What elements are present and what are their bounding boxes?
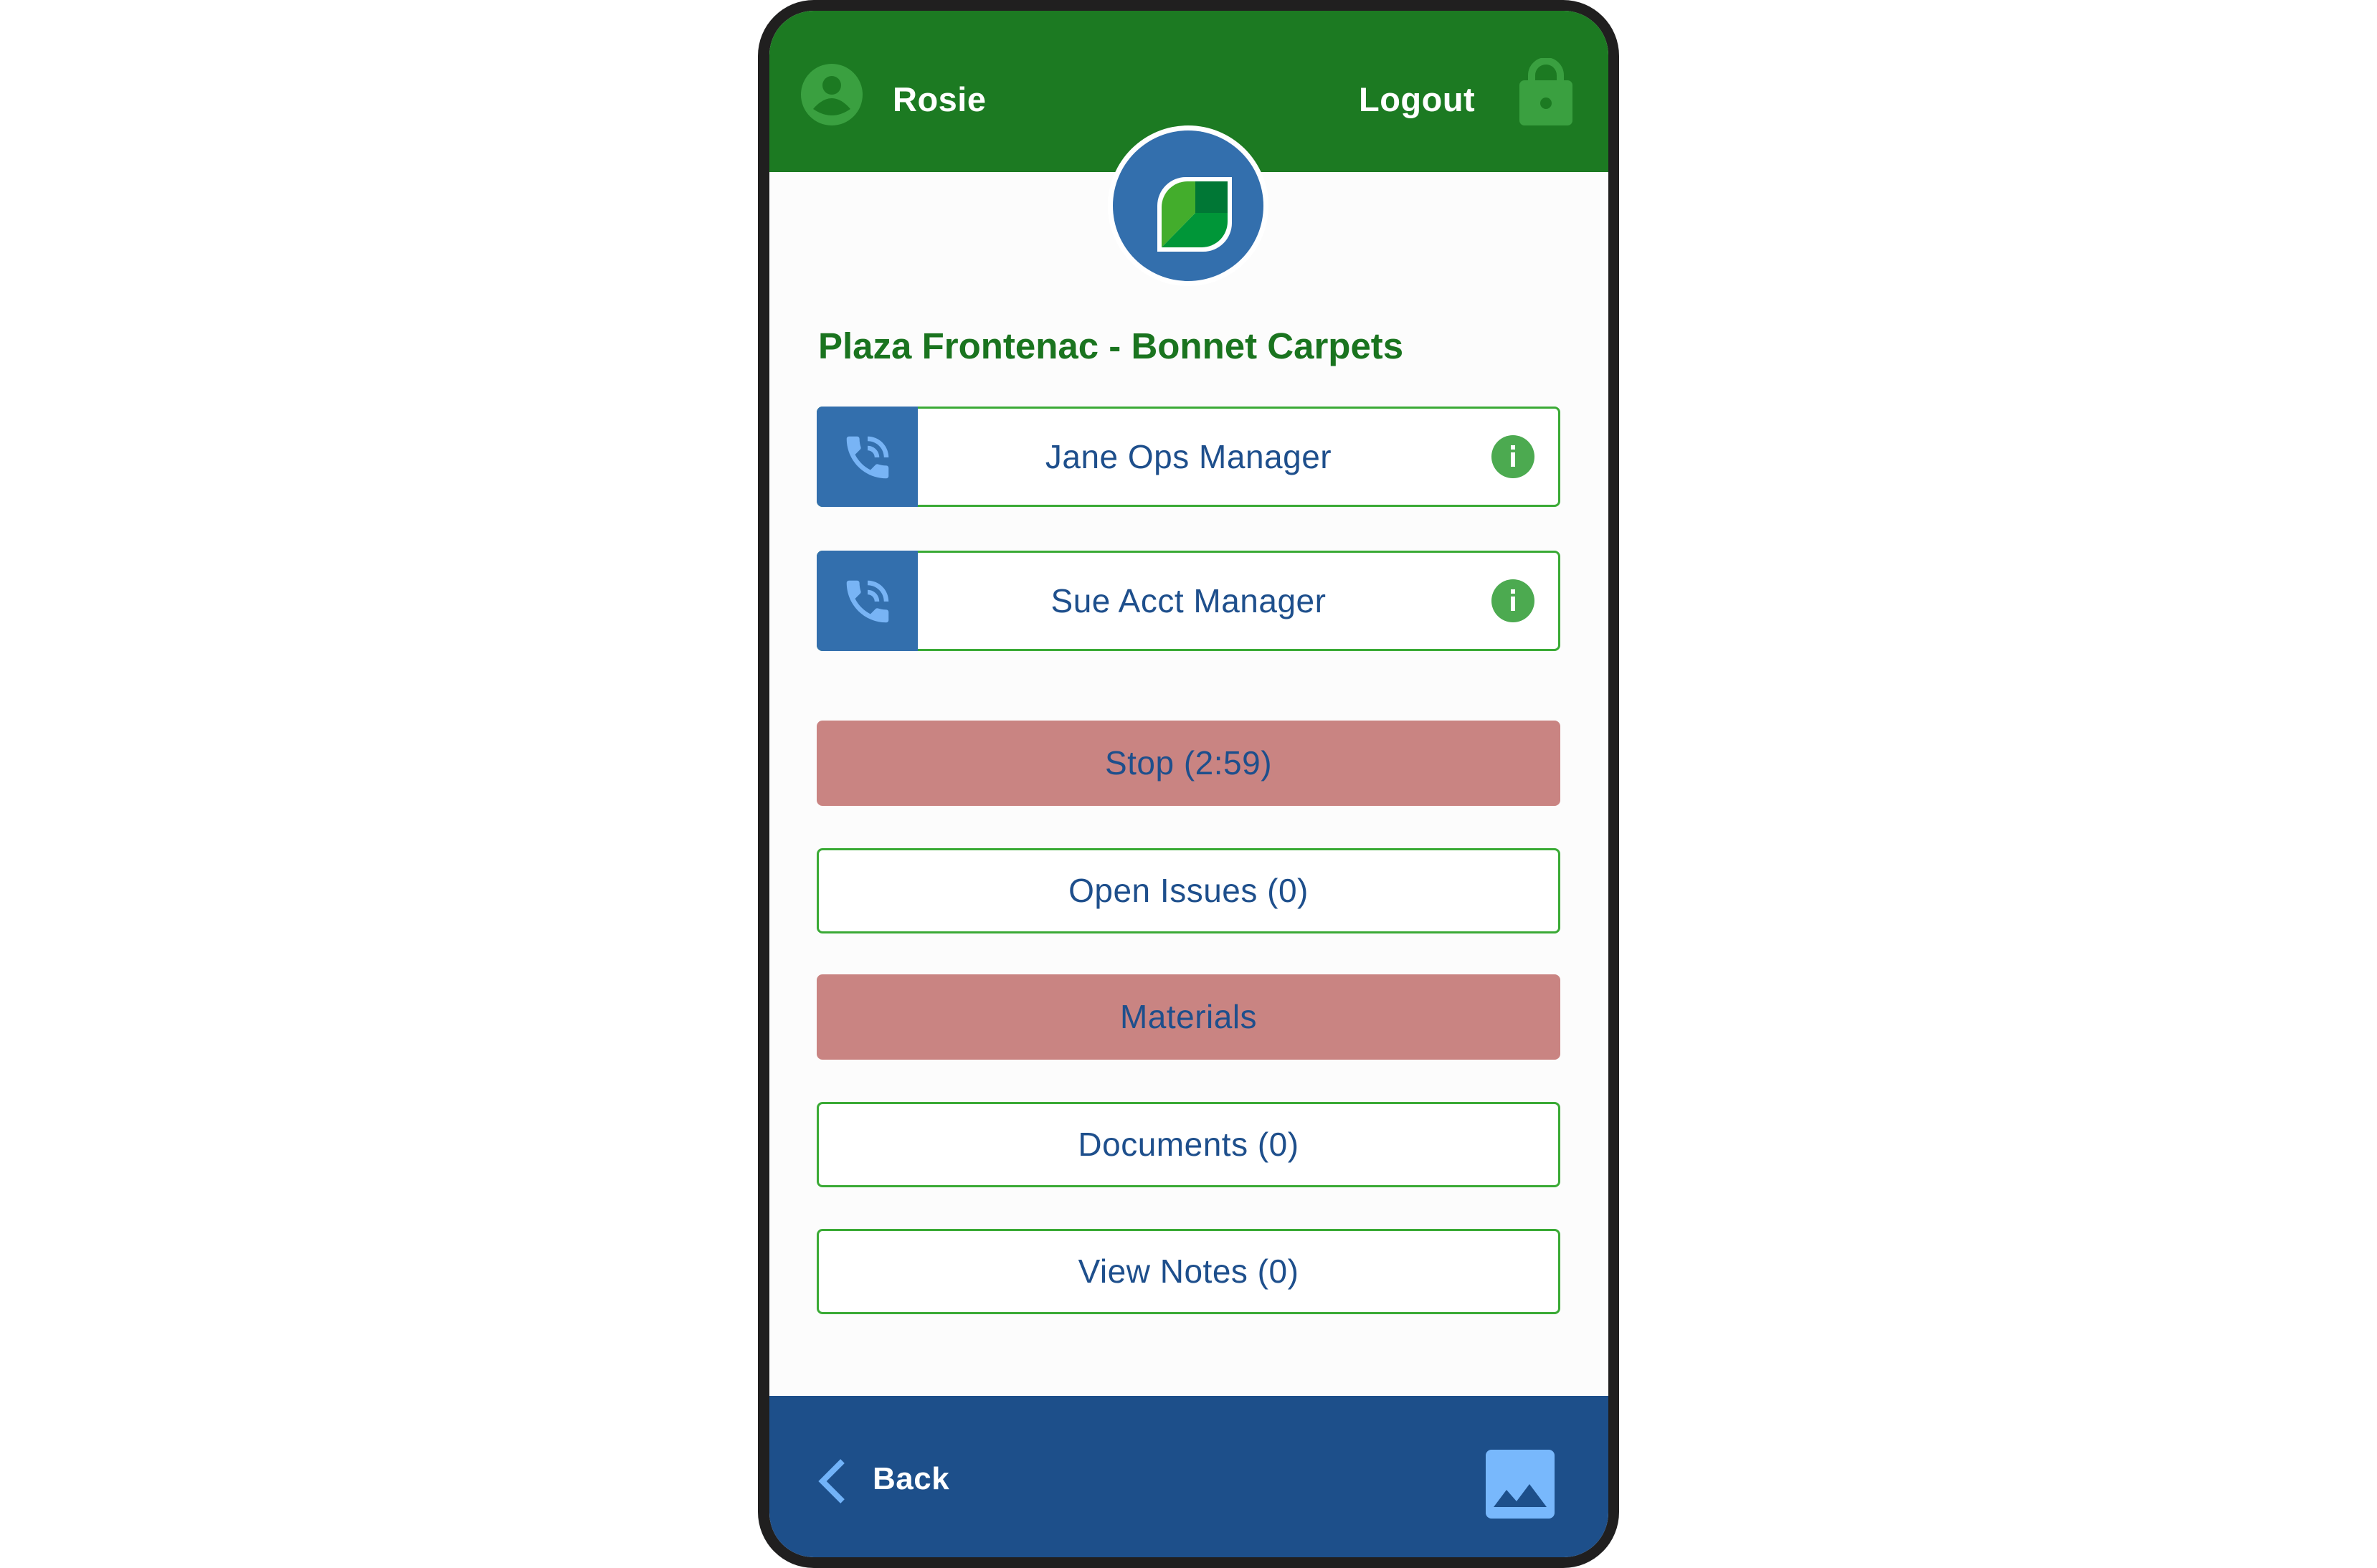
- leaf-logo-icon: [1157, 177, 1232, 252]
- materials-button[interactable]: Materials: [817, 974, 1560, 1060]
- bottom-bar: Back: [769, 1396, 1608, 1557]
- app-screen: Rosie Logout Plaza Frontenac - Bonnet Ca…: [769, 11, 1608, 1557]
- page-title: Plaza Frontenac - Bonnet Carpets: [818, 326, 1404, 366]
- user-name: Rosie: [893, 80, 987, 118]
- view-notes-button[interactable]: View Notes (0): [817, 1229, 1560, 1314]
- lock-icon[interactable]: [1519, 58, 1572, 125]
- contact-name: Jane Ops Manager: [1045, 438, 1332, 475]
- info-icon[interactable]: [1491, 579, 1535, 623]
- contact-name: Sue Acct Manager: [1050, 582, 1327, 619]
- open-issues-button[interactable]: Open Issues (0): [817, 848, 1560, 933]
- back-button[interactable]: Back: [815, 1446, 1002, 1511]
- info-icon[interactable]: [1491, 434, 1535, 479]
- contact-row[interactable]: Sue Acct Manager: [817, 551, 1560, 651]
- back-label: Back: [873, 1461, 950, 1496]
- contact-row[interactable]: Jane Ops Manager: [817, 407, 1560, 507]
- logo-badge: [1113, 130, 1263, 281]
- image-icon[interactable]: [1486, 1450, 1555, 1519]
- chevron-left-icon: [818, 1459, 845, 1503]
- documents-button[interactable]: Documents (0): [817, 1102, 1560, 1187]
- account-circle-icon: [801, 64, 863, 125]
- stop-timer-button[interactable]: Stop (2:59): [817, 721, 1560, 806]
- logout-button[interactable]: Logout: [1359, 80, 1475, 120]
- company-logo: [1108, 125, 1268, 286]
